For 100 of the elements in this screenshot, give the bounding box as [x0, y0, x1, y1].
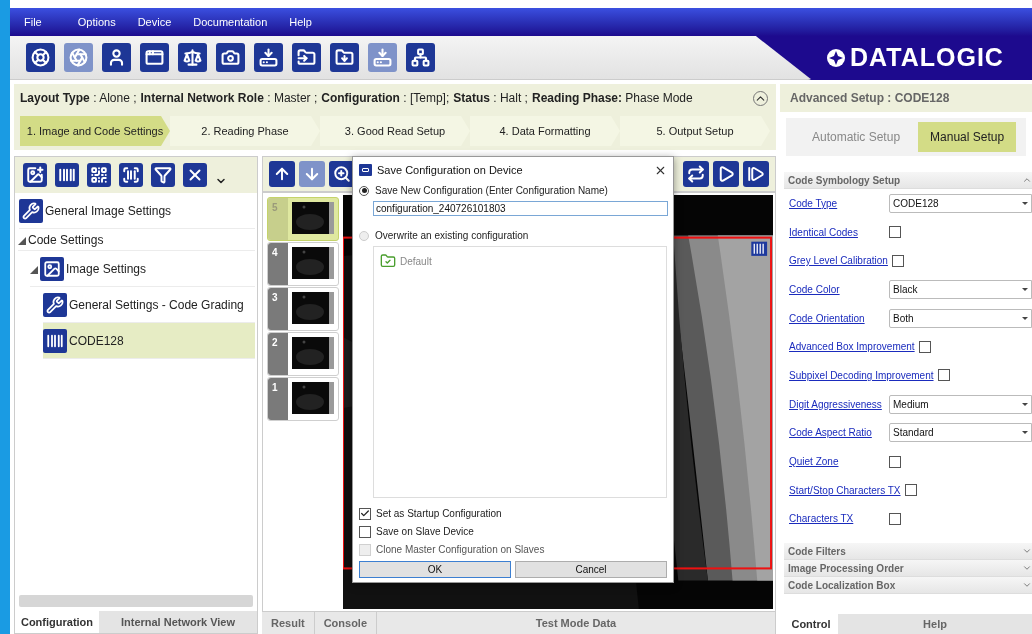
dropdown[interactable]: Both: [889, 308, 1032, 328]
checkbox[interactable]: [889, 455, 901, 468]
toolbar-button[interactable]: [102, 43, 131, 72]
panel-tab[interactable]: Internal Network View: [99, 611, 257, 633]
dialog-title: Save Configuration on Device: [377, 162, 523, 178]
setup-tab[interactable]: Manual Setup: [918, 122, 1017, 152]
folder-icon: [297, 48, 316, 67]
collapse-icon: [1022, 175, 1032, 185]
panel-tab[interactable]: Result: [262, 612, 315, 634]
name-field[interactable]: configuration_240726101803: [373, 201, 668, 216]
barcode-icon: [43, 328, 67, 353]
toolbar-button[interactable]: [683, 161, 709, 187]
toolbar-button[interactable]: [406, 43, 435, 72]
toolbar-button[interactable]: [713, 161, 739, 187]
field-label[interactable]: Code Color: [789, 281, 889, 297]
field-label[interactable]: Code Type: [789, 195, 889, 211]
toolbar-button[interactable]: [178, 43, 207, 72]
panel-tab[interactable]: Help: [838, 614, 1032, 634]
step-tab[interactable]: 2. Reading Phase: [170, 116, 320, 146]
camera-icon: [221, 48, 240, 67]
check-icon: [360, 508, 370, 519]
toolbar-button[interactable]: [330, 43, 359, 72]
folder-icon: [335, 48, 354, 67]
toolbar-button[interactable]: [87, 163, 111, 187]
field-label[interactable]: Grey Level Calibration: [789, 253, 888, 269]
window-icon: [145, 48, 164, 67]
list-item[interactable]: Default: [380, 253, 660, 269]
thumbnail-number: 2: [271, 336, 279, 350]
dropdown[interactable]: Medium: [889, 394, 1032, 414]
step-tab[interactable]: 5. Output Setup: [620, 116, 770, 146]
field-label[interactable]: Characters TX: [789, 511, 889, 527]
thumbnail-number: 4: [271, 246, 279, 260]
checkbox[interactable]: [359, 507, 371, 520]
checkbox[interactable]: [889, 226, 901, 239]
toolbar-button[interactable]: [26, 43, 55, 72]
image-icon: [40, 256, 64, 281]
step-tab[interactable]: 4. Data Formatting: [470, 116, 620, 146]
image-add-icon: [26, 166, 44, 184]
expander-icon[interactable]: [18, 236, 26, 245]
menu-item[interactable]: File: [24, 13, 66, 31]
checkbox[interactable]: [904, 484, 917, 497]
dropdown[interactable]: CODE128: [889, 193, 1032, 213]
step-tab[interactable]: 3. Good Read Setup: [320, 116, 470, 146]
toolbar-button[interactable]: [55, 163, 79, 187]
field-label[interactable]: Start/Stop Characters TX: [789, 482, 901, 498]
thumbnail[interactable]: 2: [267, 332, 339, 376]
folder-check-icon: [380, 253, 396, 269]
panel-tab[interactable]: Test Mode Data: [377, 612, 776, 634]
toolbar-button[interactable]: [254, 43, 283, 72]
field-label[interactable]: Subpixel Decoding Improvement: [789, 367, 934, 383]
section-header[interactable]: Code Symbology Setup: [784, 172, 1032, 189]
field-label[interactable]: Code Aspect Ratio: [789, 425, 889, 441]
checkbox-label: Save on Slave Device: [376, 525, 474, 539]
toolbar-button[interactable]: [216, 43, 245, 72]
thumbnail[interactable]: 4: [267, 242, 339, 286]
checkbox-label: Clone Master Configuration on Slaves: [376, 543, 545, 557]
drive-icon: [259, 48, 278, 67]
field-label[interactable]: Identical Codes: [789, 224, 889, 240]
tree-item[interactable]: CODE128: [43, 323, 255, 359]
status-item: Configuration : [Temp];: [321, 90, 450, 107]
field-label[interactable]: Advanced Box Improvement: [789, 339, 915, 355]
toolbar-button[interactable]: [140, 43, 169, 72]
section-header[interactable]: Image Processing Order: [784, 560, 1032, 578]
field-label[interactable]: Digit Aggressiveness: [789, 396, 889, 412]
dropdown[interactable]: Black: [889, 279, 1032, 299]
checkbox[interactable]: [889, 512, 901, 525]
menu-item[interactable]: Documentation: [183, 13, 278, 31]
toolbar-button[interactable]: [151, 163, 175, 187]
field-label[interactable]: Quiet Zone: [789, 454, 889, 470]
panel-tab[interactable]: Console: [314, 612, 378, 634]
radio-label: Save New Configuration (Enter Configuration Name): [375, 184, 608, 198]
checkbox[interactable]: [891, 254, 904, 267]
thumbnail[interactable]: 3: [267, 287, 339, 331]
close-icon: [186, 166, 204, 184]
status-item: Status : Halt ;: [453, 90, 528, 107]
checkbox[interactable]: [359, 525, 371, 538]
thumbnail-number: 3: [271, 291, 279, 305]
toolbar-button[interactable]: [292, 43, 321, 72]
step-tab[interactable]: 1. Image and Code Settings: [20, 116, 170, 146]
toolbar-button[interactable]: [329, 161, 355, 187]
dialog-button[interactable]: OK: [359, 561, 511, 578]
toolbar-button[interactable]: [119, 163, 143, 187]
menu-item[interactable]: Device: [127, 13, 182, 31]
dropdown[interactable]: Standard: [889, 423, 1032, 443]
section-header[interactable]: Code Localization Box: [784, 577, 1032, 595]
section-header[interactable]: Code Filters: [784, 543, 1032, 561]
menu-item[interactable]: Help: [279, 13, 322, 31]
toolbar-button[interactable]: [269, 161, 295, 187]
checkbox[interactable]: [937, 369, 950, 382]
thumbnail[interactable]: 1: [267, 377, 339, 421]
menu-item[interactable]: Options: [67, 13, 126, 31]
network-icon: [411, 48, 430, 67]
field-label[interactable]: Code Orientation: [789, 310, 889, 326]
checkbox[interactable]: [918, 340, 931, 353]
toolbar-button[interactable]: [183, 163, 207, 187]
toolbar-button[interactable]: [743, 161, 769, 187]
toolbar-button[interactable]: [23, 163, 47, 187]
dialog-button[interactable]: Cancel: [515, 561, 667, 578]
horizontal-scrollbar[interactable]: [19, 595, 253, 607]
scan-barcode-icon: [122, 166, 140, 184]
